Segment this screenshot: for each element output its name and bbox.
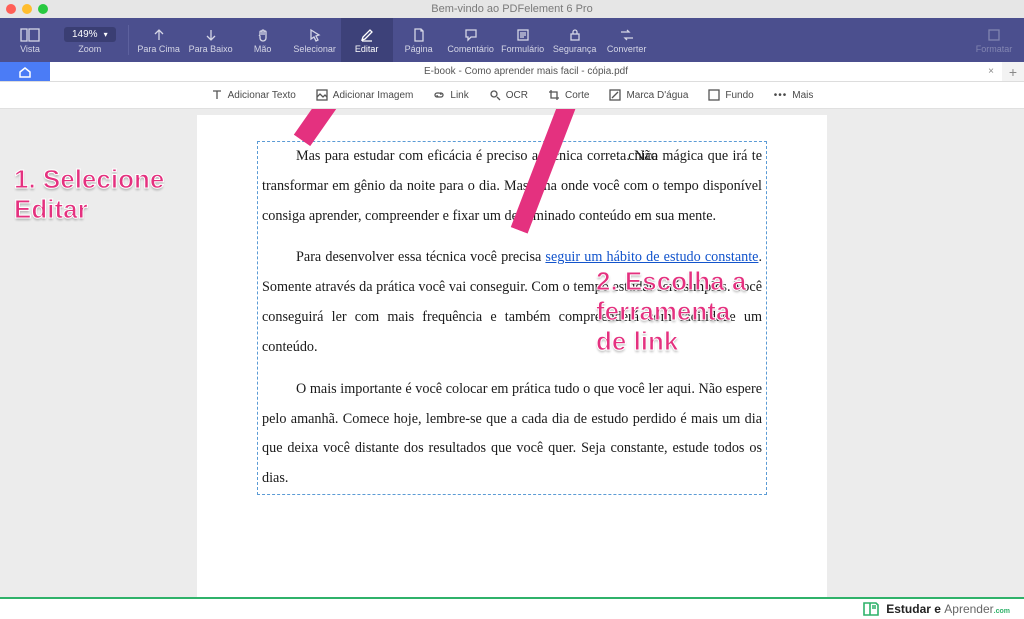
marca-dagua-button[interactable]: Marca D'água (609, 89, 688, 101)
page-icon (409, 27, 429, 43)
converter-button[interactable]: Converter (601, 18, 653, 62)
format-icon (984, 27, 1004, 43)
main-toolbar: Vista 149% ▾ Zoom Para Cima Para Baixo M… (0, 18, 1024, 62)
zoom-block: 149% ▾ Zoom (64, 27, 116, 54)
document-tab[interactable]: E-book - Como aprender mais facil - cópi… (50, 62, 1002, 81)
zoom-value: 149% (72, 29, 98, 40)
hand-icon (253, 27, 273, 43)
tab-row: E-book - Como aprender mais facil - cópi… (0, 62, 1024, 82)
adicionar-texto-button[interactable]: Adicionar Texto (211, 89, 296, 101)
pagina-button[interactable]: Página (393, 18, 445, 62)
para-baixo-button[interactable]: Para Baixo (185, 18, 237, 62)
annotation-step-1: 1. Selecione Editar (14, 165, 164, 225)
text-icon (211, 89, 223, 101)
formulario-button[interactable]: Formulário (497, 18, 549, 62)
ocr-button[interactable]: OCR (489, 89, 528, 101)
chevron-down-icon: ▾ (104, 30, 108, 39)
vista-icon (20, 27, 40, 43)
image-icon (316, 89, 328, 101)
paragraph-3: O mais importante é você colocar em prát… (262, 375, 762, 494)
selecionar-button[interactable]: Selecionar (289, 18, 341, 62)
vista-button[interactable]: Vista (4, 18, 56, 62)
crop-icon (548, 89, 560, 101)
footer-brand: Estudar e Aprender.com (886, 602, 1010, 616)
arrow-up-icon (149, 27, 169, 43)
book-icon (862, 601, 880, 617)
separator (128, 25, 129, 55)
lock-icon (565, 27, 585, 43)
corte-button[interactable]: Corte (548, 89, 589, 101)
document-tab-title: E-book - Como aprender mais facil - cópi… (424, 66, 628, 77)
form-icon (513, 27, 533, 43)
new-tab-button[interactable]: + (1002, 62, 1024, 81)
workspace: 1. Selecione Editar 2. Escolha a ferrame… (0, 109, 1024, 597)
para-cima-button[interactable]: Para Cima (133, 18, 185, 62)
zoom-select[interactable]: 149% ▾ (64, 27, 116, 42)
link-icon (433, 89, 445, 101)
mao-button[interactable]: Mão (237, 18, 289, 62)
zoom-label: Zoom (78, 44, 101, 54)
mais-button[interactable]: ••• Mais (774, 90, 814, 101)
footer: Estudar e Aprender.com (0, 597, 1024, 619)
formatar-button: Formatar (968, 18, 1020, 62)
titlebar: Bem-vindo ao PDFelement 6 Pro (0, 0, 1024, 18)
pencil-icon (357, 27, 377, 43)
arrow-down-icon (201, 27, 221, 43)
editar-button[interactable]: Editar (341, 18, 393, 62)
convert-icon (617, 27, 637, 43)
home-icon (18, 66, 32, 78)
more-icon: ••• (774, 90, 788, 101)
ocr-icon (489, 89, 501, 101)
seguranca-button[interactable]: Segurança (549, 18, 601, 62)
link-button[interactable]: Link (433, 89, 468, 101)
cursor-icon (305, 27, 325, 43)
annotation-step-2: 2. Escolha a ferramenta de link (596, 267, 746, 357)
window-title: Bem-vindo ao PDFelement 6 Pro (0, 3, 1024, 15)
background-icon (708, 89, 720, 101)
adicionar-imagem-button[interactable]: Adicionar Imagem (316, 89, 414, 101)
fundo-button[interactable]: Fundo (708, 89, 753, 101)
comentario-button[interactable]: Comentário (445, 18, 497, 62)
document-link[interactable]: seguir um hábito de estudo constante (545, 249, 758, 265)
close-tab-icon[interactable]: × (988, 66, 994, 77)
home-tab[interactable] (0, 62, 50, 81)
comment-icon (461, 27, 481, 43)
watermark-icon (609, 89, 621, 101)
edit-sub-toolbar: Adicionar Texto Adicionar Imagem Link OC… (0, 82, 1024, 109)
